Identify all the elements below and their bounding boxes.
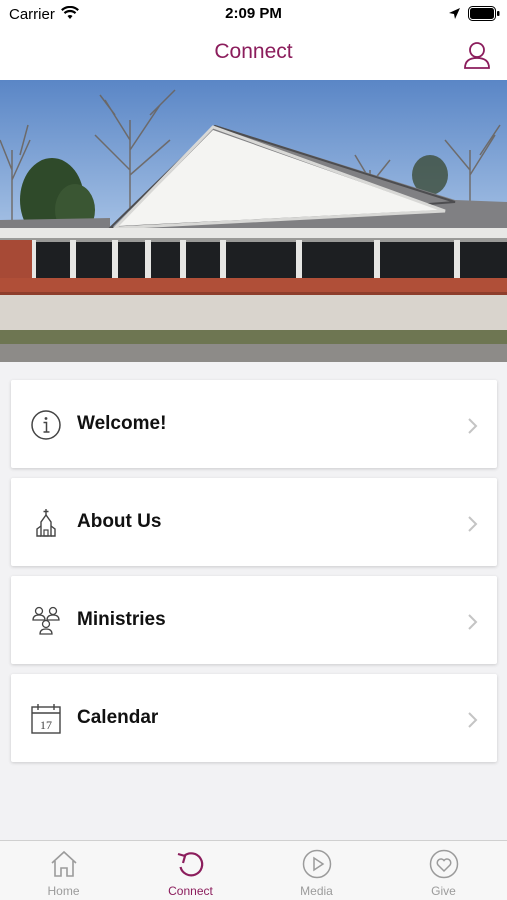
battery-icon: [468, 6, 500, 21]
tab-label: Give: [431, 884, 456, 898]
tab-label: Media: [300, 884, 333, 898]
heart-icon: [429, 849, 459, 879]
tab-connect[interactable]: Connect: [127, 841, 254, 900]
menu-item-about-us[interactable]: About Us: [11, 478, 497, 566]
chevron-right-icon: [468, 712, 478, 728]
church-icon: [36, 509, 56, 537]
connect-icon: [177, 852, 204, 877]
tab-give[interactable]: Give: [380, 841, 507, 900]
tab-home[interactable]: Home: [0, 841, 127, 900]
menu-item-label: Welcome!: [77, 413, 167, 434]
menu-item-calendar[interactable]: 17 Calendar: [11, 674, 497, 762]
calendar-icon-day: 17: [40, 718, 52, 732]
tab-label: Home: [47, 884, 80, 898]
person-icon[interactable]: [463, 40, 491, 70]
tab-bar: Home Connect Media Give: [0, 840, 507, 900]
status-bar: Carrier 2:09 PM: [0, 0, 507, 28]
tab-media[interactable]: Media: [253, 841, 380, 900]
page-title: Connect: [214, 40, 293, 63]
chevron-right-icon: [468, 516, 478, 532]
chevron-right-icon: [468, 418, 478, 434]
menu-item-label: Ministries: [77, 609, 166, 630]
menu-item-ministries[interactable]: Ministries: [11, 576, 497, 664]
calendar-icon: 17: [31, 704, 61, 734]
location-arrow-icon: [449, 8, 460, 19]
menu-item-label: About Us: [77, 511, 162, 532]
info-icon: [31, 410, 61, 440]
status-time: 2:09 PM: [225, 5, 282, 22]
people-group-icon: [32, 606, 60, 635]
home-icon: [51, 850, 77, 877]
navigation-bar: Connect: [0, 28, 507, 80]
play-icon: [302, 849, 332, 879]
tab-label: Connect: [168, 884, 213, 898]
menu-item-welcome[interactable]: Welcome!: [11, 380, 497, 468]
chevron-right-icon: [468, 614, 478, 630]
hero-church-photo: [0, 80, 507, 362]
menu-item-label: Calendar: [77, 707, 159, 728]
